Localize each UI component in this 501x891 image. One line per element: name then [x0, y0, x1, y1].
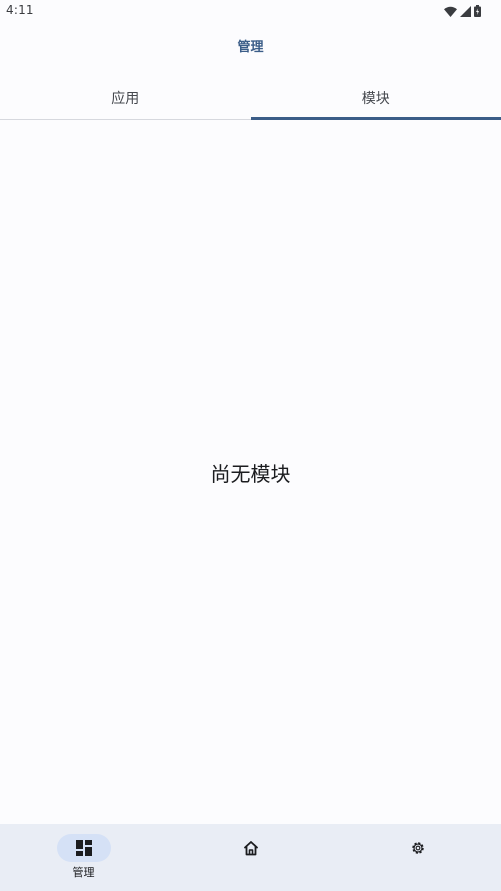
dashboard-icon [75, 840, 92, 856]
gear-icon [411, 842, 424, 854]
signal-icon [460, 5, 471, 17]
nav-item-home[interactable] [167, 824, 334, 891]
tab-modules[interactable]: 模块 [250, 76, 501, 120]
wifi-icon [444, 6, 457, 17]
home-icon [243, 841, 258, 856]
page-title: 管理 [237, 40, 264, 55]
battery-icon [474, 5, 481, 17]
nav-item-manage[interactable]: 管理 [0, 824, 167, 891]
status-icons [444, 4, 481, 18]
status-bar: 4:11 [0, 0, 501, 22]
nav-item-settings[interactable] [334, 824, 501, 891]
tab-modules-label: 模块 [361, 91, 390, 107]
tab-bar: 应用 模块 [0, 76, 501, 120]
status-time: 4:11 [6, 3, 34, 17]
bottom-navigation: 管理 [0, 824, 501, 891]
empty-state-message: 尚无模块 [210, 462, 291, 486]
tab-apps-label: 应用 [111, 91, 140, 107]
nav-item-manage-label: 管理 [72, 866, 95, 879]
tab-apps[interactable]: 应用 [0, 76, 251, 119]
nav-active-indicator [56, 834, 111, 862]
